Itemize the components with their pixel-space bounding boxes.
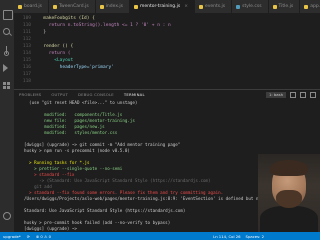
terminal-line: /Users/dwiggs/Projects/aslo-web/pages/me… <box>24 196 284 201</box>
tab-label: index.js <box>105 4 124 9</box>
extensions-icon[interactable] <box>3 82 11 90</box>
code-line: return ( <box>38 51 71 56</box>
code-line: <Layout <box>38 58 74 63</box>
js-file-icon <box>304 4 309 9</box>
tab-app[interactable]: app.js <box>300 0 320 13</box>
tab-label: board.js <box>24 4 43 9</box>
problems-indicator[interactable]: ⊗ 0 ⚠ 0 <box>33 234 54 239</box>
tab-style[interactable]: style.css <box>232 0 269 13</box>
tab-title[interactable]: Title.js <box>268 0 301 13</box>
line-number: 114 <box>22 51 31 56</box>
activity-bar <box>0 0 14 232</box>
code-line: headerType='primary' <box>38 65 114 70</box>
line-number: 110 <box>22 23 31 28</box>
code-editor[interactable]: 109 110 111 112 113 114 115 116 117 118 … <box>14 13 320 89</box>
indentation-indicator[interactable]: Spaces: 2 <box>246 234 264 239</box>
line-number: 115 <box>22 58 31 63</box>
line-number: 111 <box>22 30 31 35</box>
tab-label: style.css <box>242 4 262 9</box>
line-number: 112 <box>22 37 31 42</box>
new-terminal-icon[interactable] <box>290 92 296 98</box>
tab-label: mentor-training.js <box>140 4 181 9</box>
line-number: 118 <box>22 79 31 84</box>
code-lines[interactable]: makeFoobgits (Id) { return n.toString().… <box>38 15 318 85</box>
debug-icon[interactable] <box>3 64 8 72</box>
terminal-select[interactable]: 1: bash <box>265 92 286 98</box>
tab-label: Title.js <box>278 4 294 9</box>
webcam-person-beard <box>276 190 302 208</box>
code-line: } <box>38 30 47 35</box>
files-icon[interactable] <box>3 10 13 20</box>
code-line: render () { <box>38 44 74 49</box>
js-file-icon <box>272 4 277 9</box>
terminal-line: Standard: Use JavaScript Standard Style … <box>24 208 186 213</box>
tab-tweencard[interactable]: TweenCard.js <box>49 0 96 13</box>
line-number: 109 <box>22 16 31 21</box>
cursor-position[interactable]: Ln 114, Col 26 <box>213 234 240 239</box>
tab-events[interactable]: events.js <box>194 0 233 13</box>
sync-icon[interactable]: ⟳ <box>24 234 33 239</box>
code-line: return n.toString().length <= 1 ? '0' + … <box>38 23 171 28</box>
editor-tab-bar: board.js TweenCard.js index.js mentor-tr… <box>14 0 320 13</box>
line-number-gutter: 109 110 111 112 113 114 115 116 117 118 <box>14 15 34 85</box>
js-file-icon <box>198 4 203 9</box>
terminal-line: modified: styles/mentor.css <box>24 130 118 135</box>
js-file-icon <box>134 4 139 9</box>
tab-board[interactable]: board.js <box>14 0 50 13</box>
split-terminal-icon[interactable] <box>300 92 306 98</box>
line-number: 113 <box>22 44 31 49</box>
js-file-icon <box>99 4 104 9</box>
panel-actions <box>290 92 316 98</box>
css-file-icon <box>236 4 241 9</box>
line-number: 117 <box>22 72 31 77</box>
webcam-person-hair <box>270 160 308 176</box>
tab-index[interactable]: index.js <box>95 0 131 13</box>
line-number: 116 <box>22 65 31 70</box>
branch-indicator[interactable]: upgrade* <box>0 234 24 239</box>
search-icon[interactable] <box>3 28 11 36</box>
terminal-line: (use "git reset HEAD <file>..." to unsta… <box>24 100 138 105</box>
settings-gear-icon[interactable] <box>3 212 11 220</box>
js-file-icon <box>53 4 58 9</box>
code-line: makeFoobgits (Id) { <box>38 16 95 21</box>
source-control-icon[interactable] <box>3 46 11 56</box>
status-bar: upgrade* ⟳ ⊗ 0 ⚠ 0 Ln 114, Col 26 Spaces… <box>0 232 320 240</box>
tab-mentor-training[interactable]: mentor-training.js × <box>130 0 195 13</box>
tab-label: events.js <box>204 4 226 9</box>
webcam-overlay <box>258 154 320 232</box>
tab-label: TweenCard.js <box>59 4 89 9</box>
close-icon[interactable]: × <box>184 0 188 13</box>
js-file-icon <box>18 4 22 9</box>
tab-label: app.js <box>310 4 320 9</box>
close-panel-icon[interactable] <box>310 92 316 98</box>
terminal-line: husky > npm run -s precommit (node v8.5.… <box>24 148 130 153</box>
webcam-person-body <box>260 206 318 232</box>
